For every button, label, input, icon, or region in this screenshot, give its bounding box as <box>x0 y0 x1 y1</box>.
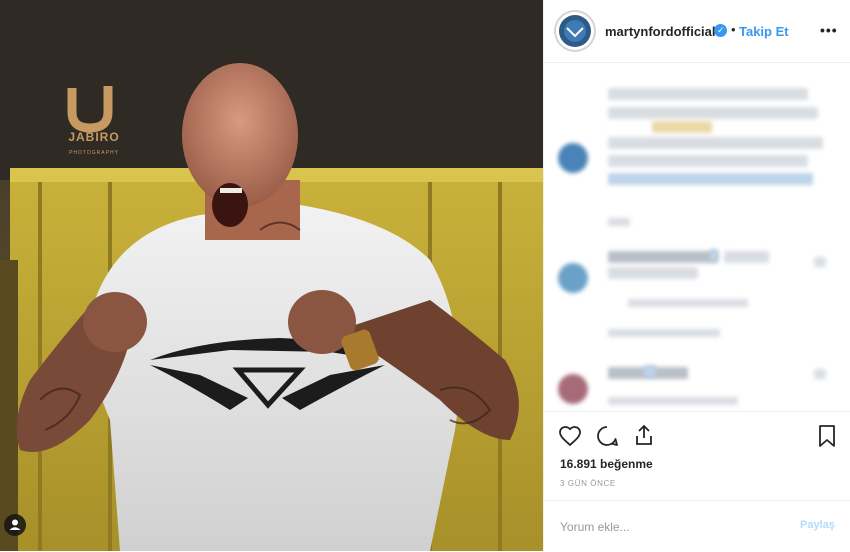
watermark-subtext: PHOTOGRAPHY <box>69 150 119 156</box>
post-photo-illustration <box>0 0 543 551</box>
blurred-caption-line <box>652 121 712 133</box>
blurred-caption-meta <box>608 218 630 226</box>
likes-count[interactable]: 16.891 beğenme <box>560 457 653 471</box>
blurred-comment-text <box>724 251 769 263</box>
comment-box: Paylaş <box>544 500 850 552</box>
follow-button[interactable]: Takip Et <box>739 24 789 39</box>
blurred-like-icon <box>814 257 826 267</box>
comment-avatar <box>558 263 588 293</box>
blurred-like-icon <box>814 369 826 379</box>
comment-avatar <box>558 143 588 173</box>
blurred-caption-line <box>608 173 813 185</box>
post-photo[interactable]: JABIRO PHOTOGRAPHY <box>0 0 543 551</box>
comment-avatar <box>558 374 588 404</box>
watermark-text: JABIRO <box>68 130 120 144</box>
blurred-caption-line <box>608 88 808 100</box>
username[interactable]: martynfordofficial <box>605 24 716 39</box>
heart-icon[interactable] <box>558 424 582 453</box>
blurred-caption-line <box>608 155 808 167</box>
blurred-caption-line <box>608 107 818 119</box>
blurred-reply-line <box>608 329 720 337</box>
post-header: martynfordofficial ✓ • Takip Et ••• <box>544 0 850 63</box>
comment-list <box>544 63 850 411</box>
more-options-icon[interactable]: ••• <box>820 22 838 38</box>
share-icon[interactable] <box>632 423 656 452</box>
blurred-comment-text <box>710 249 718 261</box>
bookmark-icon[interactable] <box>816 424 838 453</box>
verified-badge-icon: ✓ <box>714 24 727 37</box>
post-date: 3 GÜN ÖNCE <box>560 479 616 488</box>
blurred-caption-line <box>608 137 823 149</box>
comment-input[interactable] <box>558 515 782 539</box>
comment-icon[interactable] <box>595 424 619 453</box>
user-tag-icon[interactable] <box>4 514 26 536</box>
post-side-panel: martynfordofficial ✓ • Takip Et ••• 16.8… <box>543 0 850 551</box>
blurred-comment-text <box>608 267 698 279</box>
blurred-comment-text <box>608 251 718 263</box>
blurred-comment-text <box>644 365 656 377</box>
blurred-comment-meta <box>608 397 738 405</box>
blurred-comment-meta <box>628 299 748 307</box>
post-actions: 16.891 beğenme 3 GÜN ÖNCE <box>544 411 850 502</box>
post-comment-button[interactable]: Paylaş <box>800 519 835 531</box>
avatar[interactable] <box>556 12 594 50</box>
header-separator: • <box>731 22 736 37</box>
